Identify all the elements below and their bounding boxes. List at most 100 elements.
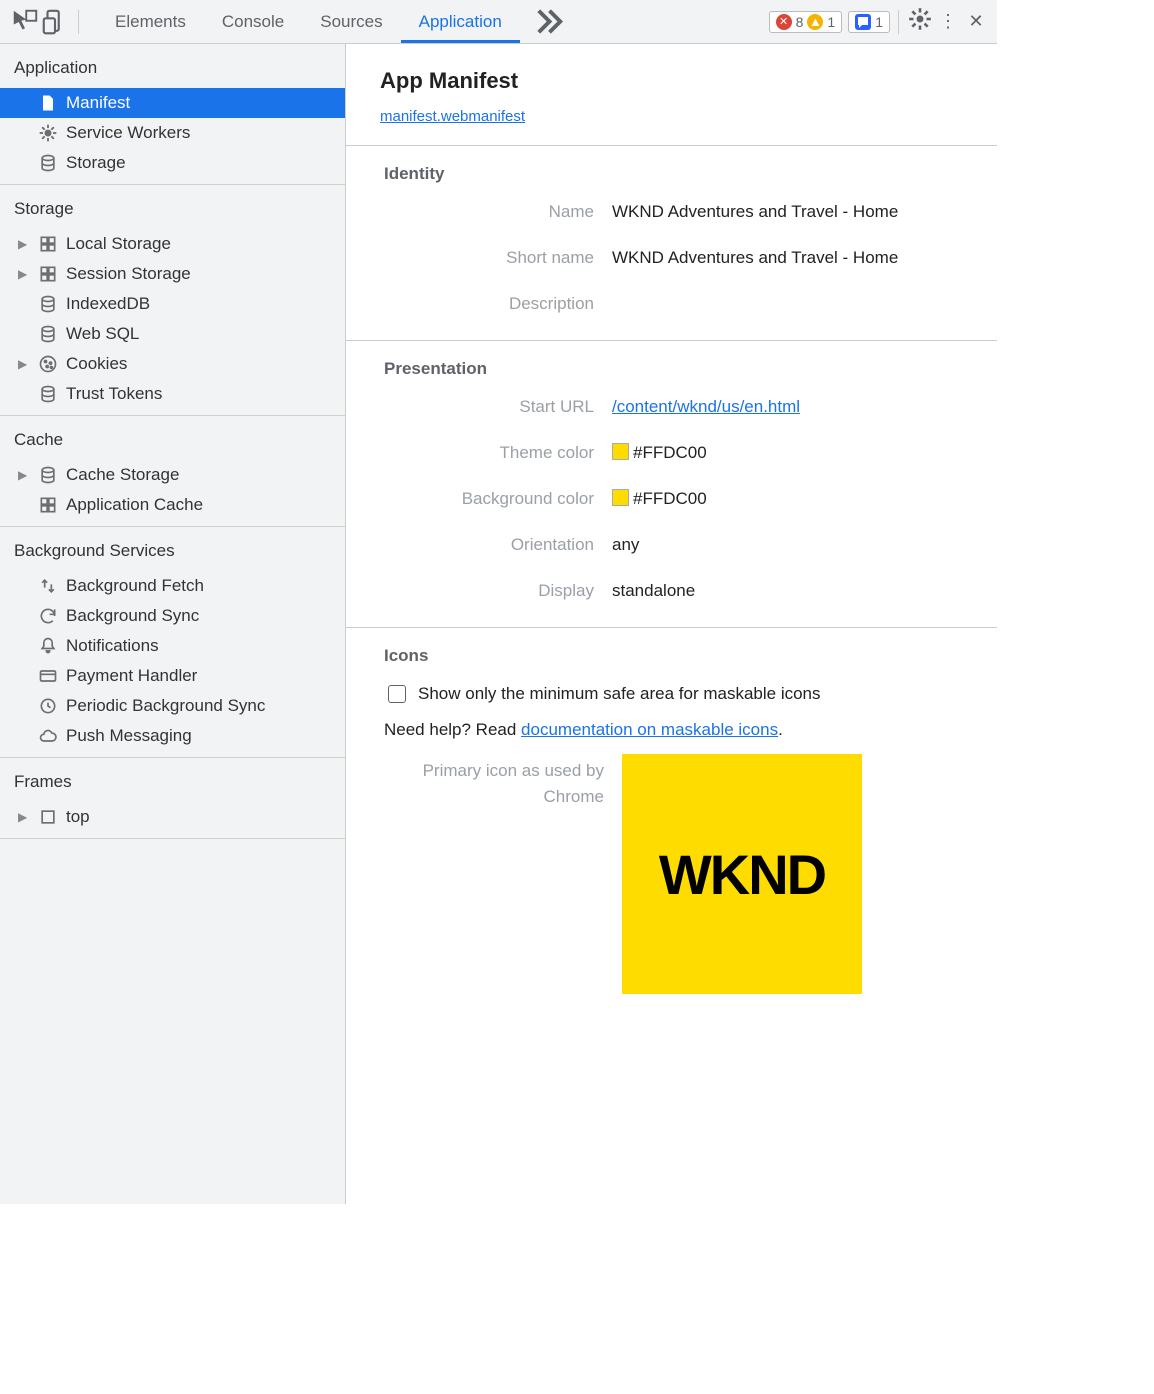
label-theme-color: Theme color bbox=[380, 443, 612, 463]
updown-icon bbox=[38, 576, 58, 596]
chevron-right-icon: ▶ bbox=[18, 468, 30, 482]
row-theme-color: Theme color #FFDC00 bbox=[380, 443, 975, 463]
sidebar-item-application-cache[interactable]: ▶Application Cache bbox=[0, 490, 345, 520]
sidebar-item-label: IndexedDB bbox=[66, 294, 335, 314]
issue-count: 1 bbox=[875, 14, 883, 30]
tabs-overflow-button[interactable] bbox=[520, 0, 579, 43]
tab-application[interactable]: Application bbox=[401, 0, 520, 43]
sidebar-item-label: Background Fetch bbox=[66, 576, 335, 596]
sidebar-item-periodic-background-sync[interactable]: ▶Periodic Background Sync bbox=[0, 691, 345, 721]
issues-badge[interactable]: 1 bbox=[848, 11, 890, 33]
document-icon bbox=[38, 93, 58, 113]
separator bbox=[78, 10, 79, 34]
sidebar-item-label: Application Cache bbox=[66, 495, 335, 515]
cookie-icon bbox=[38, 354, 58, 374]
error-count: 8 bbox=[796, 14, 804, 30]
sidebar-item-web-sql[interactable]: ▶Web SQL bbox=[0, 319, 345, 349]
sidebar-item-payment-handler[interactable]: ▶Payment Handler bbox=[0, 661, 345, 691]
maskable-docs-link[interactable]: documentation on maskable icons bbox=[521, 720, 778, 739]
sidebar-item-label: Web SQL bbox=[66, 324, 335, 344]
sidebar-item-push-messaging[interactable]: ▶Push Messaging bbox=[0, 721, 345, 751]
sidebar-item-cache-storage[interactable]: ▶ Cache Storage bbox=[0, 460, 345, 490]
sidebar-item-background-fetch[interactable]: ▶Background Fetch bbox=[0, 571, 345, 601]
application-content: App Manifest manifest.webmanifest Identi… bbox=[346, 44, 997, 1204]
tab-elements[interactable]: Elements bbox=[97, 0, 204, 43]
label-short-name: Short name bbox=[380, 248, 612, 268]
theme-color-swatch bbox=[612, 443, 629, 460]
sidebar-item-label: Background Sync bbox=[66, 606, 335, 626]
sidebar-item-cookies[interactable]: ▶ Cookies bbox=[0, 349, 345, 379]
maskable-help-row: Need help? Read documentation on maskabl… bbox=[384, 720, 975, 740]
database-icon bbox=[38, 294, 58, 314]
frame-icon bbox=[38, 807, 58, 827]
chevron-right-icon: ▶ bbox=[18, 267, 30, 281]
background-color-swatch bbox=[612, 489, 629, 506]
value-orientation: any bbox=[612, 535, 975, 555]
sidebar-item-background-sync[interactable]: ▶Background Sync bbox=[0, 601, 345, 631]
sidebar-item-notifications[interactable]: ▶Notifications bbox=[0, 631, 345, 661]
logo-text: WKND bbox=[659, 842, 825, 907]
sidebar-group-title: Background Services bbox=[0, 527, 345, 571]
inspect-element-button[interactable] bbox=[10, 7, 40, 37]
toolbar-left bbox=[0, 0, 97, 43]
primary-icon-preview: WKND bbox=[622, 754, 862, 994]
sidebar-item-storage[interactable]: ▶Storage bbox=[0, 148, 345, 178]
grid-icon bbox=[38, 234, 58, 254]
sidebar-item-trust-tokens[interactable]: ▶Trust Tokens bbox=[0, 379, 345, 409]
maskable-checkbox-row[interactable]: Show only the minimum safe area for mask… bbox=[388, 684, 975, 704]
tab-console[interactable]: Console bbox=[204, 0, 302, 43]
row-background-color: Background color #FFDC00 bbox=[380, 489, 975, 509]
settings-button[interactable] bbox=[907, 6, 933, 37]
database-icon bbox=[38, 384, 58, 404]
console-status-badge[interactable]: ✕ 8 ▲ 1 bbox=[769, 11, 843, 33]
help-suffix: . bbox=[778, 720, 783, 739]
sidebar-group-title: Cache bbox=[0, 416, 345, 460]
database-icon bbox=[38, 324, 58, 344]
grid-icon bbox=[38, 495, 58, 515]
close-button[interactable]: ✕ bbox=[963, 11, 989, 32]
application-sidebar: Application▶Manifest▶Service Workers▶Sto… bbox=[0, 44, 346, 1204]
cloud-icon bbox=[38, 726, 58, 746]
sidebar-item-label: Local Storage bbox=[66, 234, 335, 254]
chevron-right-icon: ▶ bbox=[18, 357, 30, 371]
devtools-toolbar: Elements Console Sources Application ✕ 8… bbox=[0, 0, 997, 44]
label-background-color: Background color bbox=[380, 489, 612, 509]
sidebar-item-label: Cookies bbox=[66, 354, 335, 374]
section-title-presentation: Presentation bbox=[380, 359, 975, 379]
clock-icon bbox=[38, 696, 58, 716]
sync-icon bbox=[38, 606, 58, 626]
sidebar-item-label: Notifications bbox=[66, 636, 335, 656]
tab-sources[interactable]: Sources bbox=[302, 0, 400, 43]
sidebar-item-label: Service Workers bbox=[66, 123, 335, 143]
sidebar-item-top[interactable]: ▶top bbox=[0, 802, 345, 832]
label-description: Description bbox=[380, 294, 612, 314]
warning-count: 1 bbox=[827, 14, 835, 30]
device-toggle-button[interactable] bbox=[40, 7, 70, 37]
warning-icon: ▲ bbox=[807, 14, 823, 30]
more-button[interactable]: ⋮ bbox=[935, 11, 961, 32]
sidebar-item-indexeddb[interactable]: ▶IndexedDB bbox=[0, 289, 345, 319]
toolbar-right: ✕ 8 ▲ 1 1 ⋮ ✕ bbox=[761, 0, 997, 43]
bell-icon bbox=[38, 636, 58, 656]
value-start-url[interactable]: /content/wknd/us/en.html bbox=[612, 397, 800, 416]
sidebar-group-title: Application bbox=[0, 44, 345, 88]
help-prefix: Need help? Read bbox=[384, 720, 521, 739]
row-display: Display standalone bbox=[380, 581, 975, 601]
maskable-checkbox[interactable] bbox=[388, 685, 406, 703]
row-name: Name WKND Adventures and Travel - Home bbox=[380, 202, 975, 222]
primary-icon-caption: Primary icon as used by Chrome bbox=[380, 754, 604, 809]
sidebar-item-label: Push Messaging bbox=[66, 726, 335, 746]
sidebar-item-manifest[interactable]: ▶Manifest bbox=[0, 88, 345, 118]
card-icon bbox=[38, 666, 58, 686]
database-icon bbox=[38, 465, 58, 485]
row-start-url: Start URL /content/wknd/us/en.html bbox=[380, 397, 975, 417]
gear-icon bbox=[38, 123, 58, 143]
value-name: WKND Adventures and Travel - Home bbox=[612, 202, 975, 222]
manifest-link[interactable]: manifest.webmanifest bbox=[380, 108, 525, 125]
sidebar-item-service-workers[interactable]: ▶Service Workers bbox=[0, 118, 345, 148]
page-title: App Manifest bbox=[380, 68, 975, 94]
sidebar-item-label: Cache Storage bbox=[66, 465, 335, 485]
tab-label: Console bbox=[222, 12, 284, 32]
sidebar-item-local-storage[interactable]: ▶Local Storage bbox=[0, 229, 345, 259]
sidebar-item-session-storage[interactable]: ▶Session Storage bbox=[0, 259, 345, 289]
